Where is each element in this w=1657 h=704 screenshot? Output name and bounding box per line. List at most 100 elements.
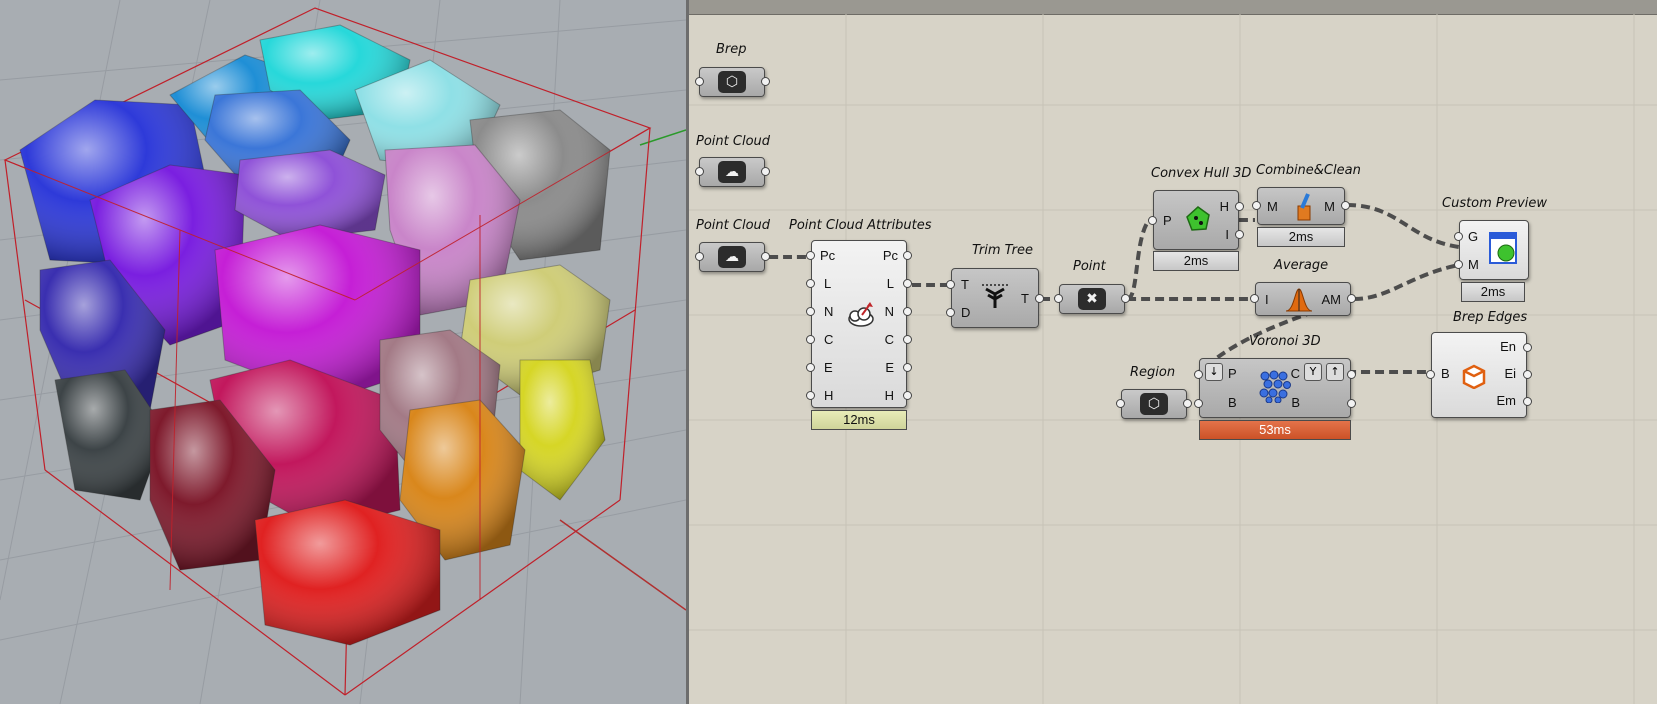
pca-input-h: H: [824, 388, 834, 403]
broom-icon: [1297, 193, 1311, 221]
trim-tree-input-grip-t[interactable]: [946, 280, 955, 289]
point-cloud-param-2-input-grip[interactable]: [695, 252, 704, 261]
brep-edges-component[interactable]: B En Ei Em: [1431, 332, 1527, 418]
voronoi-cell-shading: [520, 360, 605, 500]
pca-output-grip-e[interactable]: [903, 363, 912, 372]
arrow-down-icon[interactable]: ↓: [1205, 363, 1223, 381]
pca-output-grip-c[interactable]: [903, 335, 912, 344]
point-cloud-param-1-input-grip[interactable]: [695, 167, 704, 176]
average-component[interactable]: I AM: [1255, 282, 1351, 316]
rhino-viewport[interactable]: [0, 0, 686, 704]
average-input-i: I: [1265, 292, 1269, 307]
brep-param-output-grip[interactable]: [761, 77, 770, 86]
pca-output-pc: Pc: [882, 248, 898, 263]
brep-edges-input-grip[interactable]: [1426, 370, 1435, 379]
voronoi-output-b: B: [1291, 395, 1300, 410]
brep-edges-output-grip-en[interactable]: [1523, 343, 1532, 352]
point-cloud-param-2-output-grip[interactable]: [761, 252, 770, 261]
voronoi-3d-component[interactable]: ↓ P B C B Y ↑: [1199, 358, 1351, 418]
brep-edges-output-grip-ei[interactable]: [1523, 370, 1532, 379]
pca-output-grip-l[interactable]: [903, 279, 912, 288]
pca-output-grip-n[interactable]: [903, 307, 912, 316]
average-output-am: AM: [1321, 292, 1342, 307]
bell-curve-icon: [1285, 288, 1313, 312]
pca-input-grip-c[interactable]: [806, 335, 815, 344]
point-cloud-attributes-title: Point Cloud Attributes: [789, 218, 932, 233]
average-input-grip[interactable]: [1250, 294, 1259, 303]
arrow-up-icon[interactable]: ↑: [1326, 363, 1344, 381]
brep-icon: ⬡: [718, 71, 746, 93]
convex-hull-input-p: P: [1163, 213, 1172, 228]
convex-hull-icon: [1186, 206, 1210, 231]
pca-output-grip-pc[interactable]: [903, 251, 912, 260]
combine-clean-input-grip[interactable]: [1252, 201, 1261, 210]
pca-output-grip-h[interactable]: [903, 391, 912, 400]
voronoi-input-p: P: [1228, 366, 1237, 381]
region-param-input-grip[interactable]: [1116, 399, 1125, 408]
point-cloud-attributes-icon: [848, 302, 874, 327]
voronoi-3d-title: Voronoi 3D: [1249, 334, 1321, 349]
average-output-grip[interactable]: [1347, 294, 1356, 303]
combine-clean-timer: 2ms: [1257, 227, 1345, 247]
combine-clean-output-grip[interactable]: [1341, 201, 1350, 210]
trim-tree-component[interactable]: T D T: [951, 268, 1039, 328]
graft-icon[interactable]: Y: [1304, 363, 1322, 381]
pca-input-e: E: [824, 360, 833, 375]
point-cloud-param-2[interactable]: ☁: [699, 242, 765, 272]
pca-output-h: H: [884, 388, 894, 403]
pca-output-c: C: [884, 332, 894, 347]
pca-input-grip-l[interactable]: [806, 279, 815, 288]
custom-preview-timer: 2ms: [1461, 282, 1525, 302]
point-cloud-attributes-component[interactable]: Pc L N C E H Pc L N C E H: [811, 240, 907, 408]
combine-clean-input-m: M: [1267, 199, 1278, 214]
convex-hull-output-grip-h[interactable]: [1235, 202, 1244, 211]
voronoi-input-grip-b[interactable]: [1194, 399, 1203, 408]
pca-output-e: E: [885, 360, 894, 375]
pca-input-grip-n[interactable]: [806, 307, 815, 316]
combine-clean-output-m: M: [1324, 199, 1335, 214]
point-cloud-icon: ☁: [718, 161, 746, 183]
custom-preview-input-grip-g[interactable]: [1454, 232, 1463, 241]
point-cloud-param-1-output-grip[interactable]: [761, 167, 770, 176]
voronoi-output-grip-c[interactable]: [1347, 370, 1356, 379]
convex-hull-input-grip-p[interactable]: [1148, 216, 1157, 225]
brep-edges-title: Brep Edges: [1453, 310, 1528, 325]
voronoi-output-grip-b[interactable]: [1347, 399, 1356, 408]
custom-preview-input-grip-m[interactable]: [1454, 260, 1463, 269]
point-cloud-param-1[interactable]: ☁: [699, 157, 765, 187]
pca-input-l: L: [824, 276, 832, 291]
voronoi-input-grip-p[interactable]: [1194, 370, 1203, 379]
custom-preview-input-m: M: [1468, 257, 1479, 272]
combine-clean-component[interactable]: M M: [1257, 187, 1345, 225]
pca-input-c: C: [824, 332, 834, 347]
point-param-title: Point: [1073, 259, 1106, 274]
point-param-input-grip[interactable]: [1054, 294, 1063, 303]
point-param-output-grip[interactable]: [1121, 294, 1130, 303]
custom-preview-input-g: G: [1468, 229, 1479, 244]
convex-hull-output-h: H: [1219, 199, 1229, 214]
brep-param-input-grip[interactable]: [695, 77, 704, 86]
voronoi-input-b: B: [1228, 395, 1237, 410]
pca-input-grip-pc[interactable]: [806, 251, 815, 260]
trim-tree-input-t: T: [961, 277, 969, 292]
region-param[interactable]: ⬡: [1121, 389, 1187, 419]
trim-tree-title: Trim Tree: [972, 243, 1033, 258]
trim-tree-output-grip-t[interactable]: [1035, 294, 1044, 303]
custom-preview-component[interactable]: G M: [1459, 220, 1529, 280]
convex-hull-3d-component[interactable]: P H I: [1153, 190, 1239, 250]
grasshopper-canvas[interactable]: Brep ⬡ Point Cloud ☁ Point Cloud ☁ Point…: [689, 0, 1657, 704]
region-param-output-grip[interactable]: [1183, 399, 1192, 408]
brep-param[interactable]: ⬡: [699, 67, 765, 97]
point-cloud-param-1-title: Point Cloud: [696, 134, 771, 149]
trim-tree-input-grip-d[interactable]: [946, 308, 955, 317]
brep-edges-output-ei: Ei: [1504, 366, 1516, 381]
pca-input-grip-h[interactable]: [806, 391, 815, 400]
brep-edges-output-grip-em[interactable]: [1523, 397, 1532, 406]
convex-hull-3d-title: Convex Hull 3D: [1151, 166, 1252, 181]
point-param[interactable]: ✖: [1059, 284, 1125, 314]
custom-preview-title: Custom Preview: [1442, 196, 1548, 211]
combine-clean-title: Combine&Clean: [1256, 163, 1361, 178]
pca-input-n: N: [824, 304, 834, 319]
pca-input-grip-e[interactable]: [806, 363, 815, 372]
convex-hull-output-grip-i[interactable]: [1235, 230, 1244, 239]
